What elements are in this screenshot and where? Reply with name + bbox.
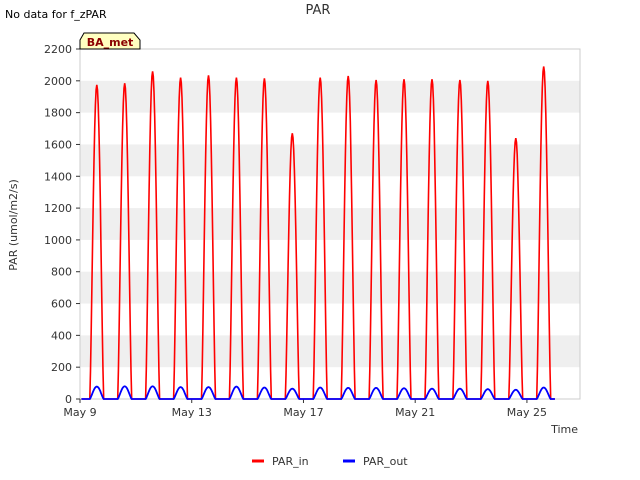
x-tick-label: May 13 xyxy=(172,406,212,419)
x-axis-label: Time xyxy=(550,423,578,436)
grid-band xyxy=(80,335,580,368)
legend: PAR_in PAR_out xyxy=(252,455,408,468)
series-line-par-out xyxy=(81,385,555,400)
y-tick-label: 400 xyxy=(51,329,72,342)
x-axis: May 9 May 13 May 17 May 21 May 25 xyxy=(63,399,547,419)
par-chart: 0 200 400 600 800 1000 1200 1400 1600 1800 2000 220… xyxy=(7,3,581,468)
y-tick-label: 1600 xyxy=(44,138,72,151)
site-label-box: BA_met xyxy=(79,32,141,50)
grid-band xyxy=(80,271,580,304)
site-label: BA_met xyxy=(87,36,134,49)
chart-title: PAR xyxy=(306,3,331,18)
legend-label-par-out: PAR_out xyxy=(363,455,408,468)
y-axis-label: PAR (umol/m2/s) xyxy=(7,179,20,271)
y-tick-label: 200 xyxy=(51,361,72,374)
legend-label-par-in: PAR_in xyxy=(272,455,309,468)
y-tick-label: 1200 xyxy=(44,202,72,215)
x-tick-label: May 9 xyxy=(63,406,96,419)
y-tick-label: 800 xyxy=(51,266,72,279)
y-tick-label: 1800 xyxy=(44,107,72,120)
grid-band xyxy=(80,208,580,240)
y-tick-label: 1000 xyxy=(44,234,72,247)
x-tick-label: May 21 xyxy=(395,406,435,419)
y-tick-label: 2000 xyxy=(44,75,72,88)
x-tick-label: May 25 xyxy=(507,406,547,419)
y-tick-label: 1400 xyxy=(44,170,72,183)
x-tick-label: May 17 xyxy=(283,406,323,419)
y-tick-label: 600 xyxy=(51,298,72,311)
y-axis: 0 200 400 600 800 1000 1200 1400 1600 1800 2000 220… xyxy=(44,43,80,406)
y-tick-label: 0 xyxy=(65,393,72,406)
y-tick-label: 2200 xyxy=(44,43,72,56)
